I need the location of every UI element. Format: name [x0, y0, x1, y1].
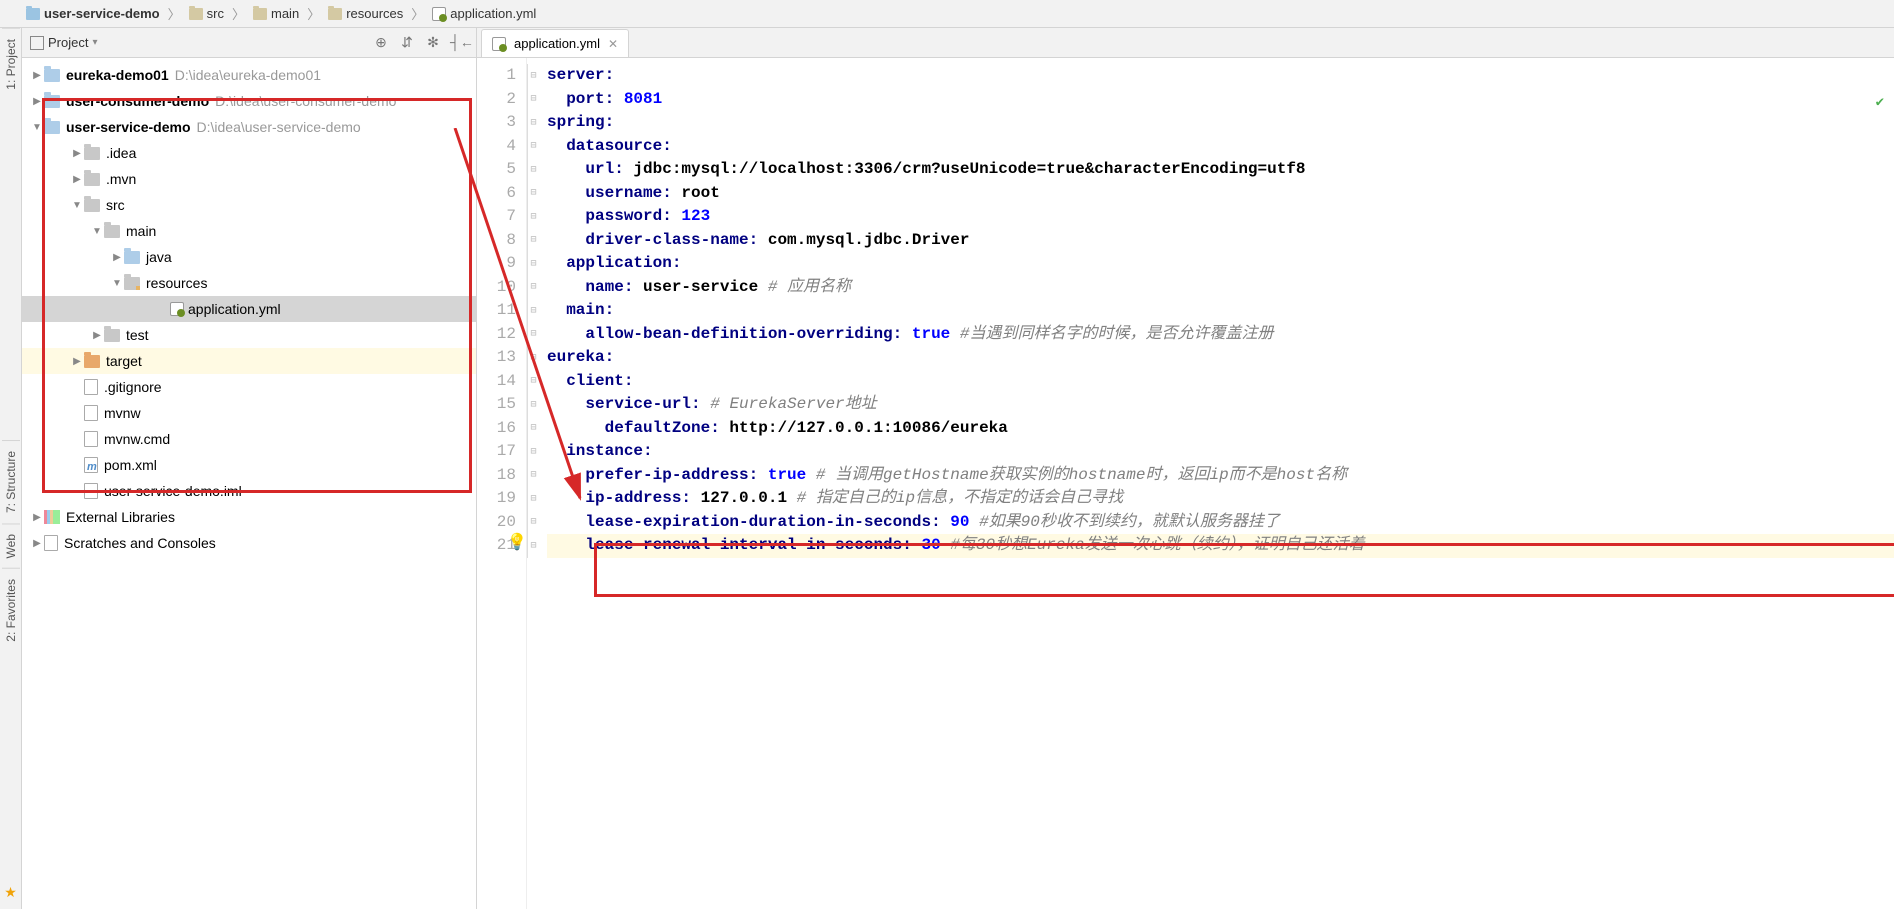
folder-icon	[253, 8, 267, 20]
library-icon	[44, 510, 60, 524]
code-editor[interactable]: 123456789101112131415161718192021 ⊟⊟⊟⊟⊟⊟…	[477, 58, 1894, 909]
tree-node-scratches[interactable]: ▶Scratches and Consoles	[22, 530, 476, 556]
tree-node-external-libraries[interactable]: ▶External Libraries	[22, 504, 476, 530]
fold-gutter[interactable]: ⊟⊟⊟⊟⊟⊟⊟⊟⊟⊟⊟⊟⊟⊟⊟⊟⊟⊟⊟⊟⊟	[527, 58, 539, 909]
folder-icon	[104, 329, 120, 342]
tree-node-test[interactable]: ▶test	[22, 322, 476, 348]
tree-node-mvnw[interactable]: mvnw	[22, 400, 476, 426]
project-panel-title[interactable]: Project ▾	[30, 35, 98, 50]
project-panel-header: Project ▾ ⊕ ⇵ ✻ ┤←	[22, 28, 476, 58]
tool-tab-structure[interactable]: 7: Structure	[2, 440, 20, 523]
folder-icon	[84, 199, 100, 212]
folder-icon	[189, 8, 203, 20]
source-folder-icon	[124, 251, 140, 264]
locate-icon[interactable]: ⊕	[372, 34, 390, 51]
folder-icon	[26, 8, 40, 20]
tree-node-pom[interactable]: pom.xml	[22, 452, 476, 478]
editor-tab-application-yml[interactable]: application.yml ✕	[481, 29, 629, 57]
file-icon	[84, 405, 98, 421]
yml-file-icon	[432, 7, 446, 21]
tree-node-idea[interactable]: ▶.idea	[22, 140, 476, 166]
tree-node-src[interactable]: ▼src	[22, 192, 476, 218]
target-folder-icon	[84, 355, 100, 368]
intention-bulb-icon[interactable]: 💡	[507, 532, 527, 552]
yml-file-icon	[492, 37, 506, 51]
tree-node-application-yml[interactable]: application.yml	[22, 296, 476, 322]
resources-folder-icon	[124, 277, 140, 290]
tree-node-consumer[interactable]: ▶user-consumer-demoD:\idea\user-consumer…	[22, 88, 476, 114]
scratch-icon	[44, 535, 58, 551]
close-icon[interactable]: ✕	[608, 37, 618, 51]
chevron-right-icon: 〉	[307, 4, 320, 23]
tree-node-gitignore[interactable]: .gitignore	[22, 374, 476, 400]
folder-icon	[104, 225, 120, 238]
breadcrumb-item-2[interactable]: main	[247, 6, 305, 21]
breadcrumb-item-4[interactable]: application.yml	[426, 6, 542, 21]
tree-node-eureka[interactable]: ▶eureka-demo01D:\idea\eureka-demo01	[22, 62, 476, 88]
star-icon[interactable]: ★	[4, 884, 17, 901]
folder-icon	[328, 8, 342, 20]
folder-icon	[84, 147, 100, 160]
hide-icon[interactable]: ┤←	[450, 34, 468, 51]
line-number-gutter: 123456789101112131415161718192021	[477, 58, 527, 909]
tree-node-service[interactable]: ▼user-service-demoD:\idea\user-service-d…	[22, 114, 476, 140]
tool-tab-favorites[interactable]: 2: Favorites	[2, 568, 20, 652]
tree-node-mvnwcmd[interactable]: mvnw.cmd	[22, 426, 476, 452]
code-content[interactable]: 💡 server: port: 8081spring: datasource: …	[539, 58, 1894, 909]
editor-tabs: application.yml ✕	[477, 28, 1894, 58]
gear-icon[interactable]: ✻	[424, 34, 442, 51]
inspection-check-icon[interactable]: ✔	[1876, 94, 1884, 111]
editor-area: application.yml ✕ 1234567891011121314151…	[477, 28, 1894, 909]
file-icon	[84, 483, 98, 499]
tree-node-resources[interactable]: ▼resources	[22, 270, 476, 296]
collapse-icon[interactable]: ⇵	[398, 34, 416, 51]
chevron-right-icon: 〉	[411, 4, 424, 23]
file-icon	[84, 379, 98, 395]
maven-file-icon	[84, 457, 98, 473]
yml-file-icon	[170, 302, 184, 316]
project-panel: Project ▾ ⊕ ⇵ ✻ ┤← ▶eureka-demo01D:\idea…	[22, 28, 477, 909]
module-icon	[44, 69, 60, 82]
breadcrumb-bar: user-service-demo 〉 src 〉 main 〉 resourc…	[0, 0, 1894, 28]
chevron-right-icon: 〉	[232, 4, 245, 23]
folder-icon	[84, 173, 100, 186]
tool-tab-project[interactable]: 1: Project	[2, 28, 20, 100]
project-tree[interactable]: ▶eureka-demo01D:\idea\eureka-demo01 ▶use…	[22, 58, 476, 909]
breadcrumb-item-0[interactable]: user-service-demo	[20, 6, 166, 21]
module-icon	[44, 121, 60, 134]
tree-node-iml[interactable]: user-service-demo.iml	[22, 478, 476, 504]
module-icon	[44, 95, 60, 108]
breadcrumb-item-1[interactable]: src	[183, 6, 230, 21]
tree-node-java[interactable]: ▶java	[22, 244, 476, 270]
breadcrumb-item-3[interactable]: resources	[322, 6, 409, 21]
tree-node-mvn[interactable]: ▶.mvn	[22, 166, 476, 192]
left-tool-gutter: 1: Project 7: Structure Web 2: Favorites…	[0, 28, 22, 909]
tree-node-target[interactable]: ▶target	[22, 348, 476, 374]
tool-tab-web[interactable]: Web	[2, 523, 20, 568]
chevron-right-icon: 〉	[168, 4, 181, 23]
file-icon	[84, 431, 98, 447]
tree-node-main[interactable]: ▼main	[22, 218, 476, 244]
